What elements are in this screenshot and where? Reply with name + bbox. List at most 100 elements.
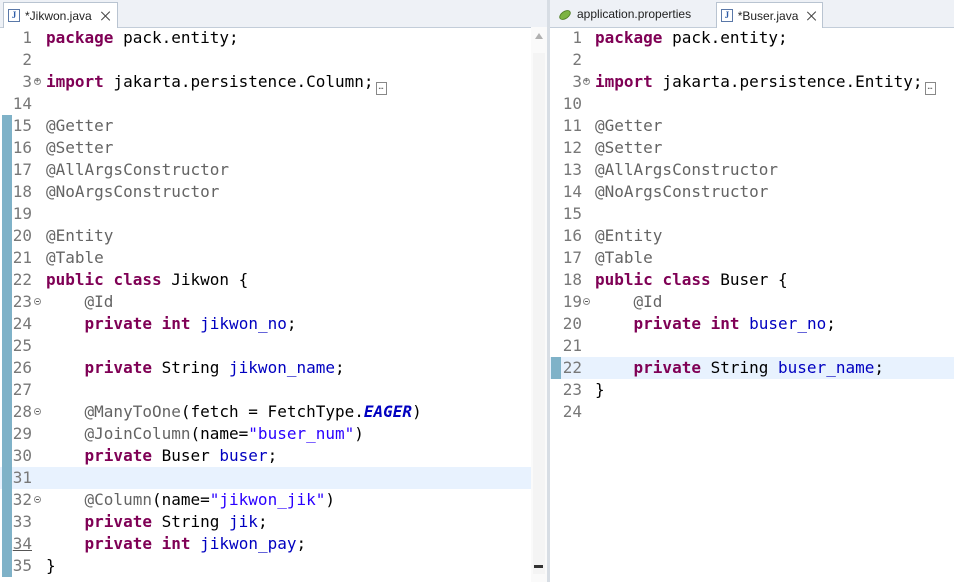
code-token: private	[84, 314, 152, 333]
fold-collapse-icon[interactable]	[34, 496, 41, 503]
code-line[interactable]: 23 @Id	[0, 291, 547, 313]
code-token: Buser	[151, 446, 220, 465]
code-line[interactable]: 10	[550, 93, 954, 115]
code-line[interactable]: 31	[0, 467, 547, 489]
line-number: 18	[12, 182, 32, 201]
code-token: @Table	[595, 248, 653, 267]
code-line[interactable]: 24 private int jikwon_no;	[0, 313, 547, 335]
tab-application-properties[interactable]: application.properties	[554, 2, 716, 26]
line-number: 3	[572, 72, 582, 91]
code-line[interactable]: 35}	[0, 555, 547, 577]
code-line[interactable]: 1 package pack.entity;	[550, 27, 954, 49]
code-line[interactable]: 21 @Table	[0, 247, 547, 269]
code-token: @Table	[46, 248, 104, 267]
code-line[interactable]: 17 @AllArgsConstructor	[0, 159, 547, 181]
line-number: 20	[562, 314, 582, 333]
code-line[interactable]: 15	[550, 203, 954, 225]
code-line[interactable]: 12 @Setter	[550, 137, 954, 159]
code-line[interactable]: 2	[0, 49, 547, 71]
code-line[interactable]: 20 @Entity	[0, 225, 547, 247]
line-number: 24	[562, 402, 582, 421]
code-line[interactable]: 26 private String jikwon_name;	[0, 357, 547, 379]
code-line[interactable]: 21	[550, 335, 954, 357]
left-vertical-scrollbar[interactable]	[531, 27, 547, 582]
code-line[interactable]: 13 @AllArgsConstructor	[550, 159, 954, 181]
code-line[interactable]: 3 import jakarta.persistence.Column;…	[0, 71, 547, 95]
right-code-editor[interactable]: 1package pack.entity;23 import jakarta.pe…	[550, 27, 954, 582]
code-line[interactable]: 11 @Getter	[550, 115, 954, 137]
line-number: 14	[12, 94, 32, 113]
code-line[interactable]: 15 @Getter	[0, 115, 547, 137]
code-token: "jikwon_jik"	[209, 490, 326, 509]
code-text: import jakarta.persistence.Entity;…	[595, 71, 936, 95]
code-token: buser_no	[749, 314, 827, 333]
line-number: 23	[12, 292, 32, 311]
code-token: )	[412, 402, 422, 421]
code-line[interactable]: 1 package pack.entity;	[0, 27, 547, 49]
code-token: (fetch = FetchType.	[180, 402, 364, 421]
fold-expand-icon[interactable]	[34, 78, 41, 85]
code-line[interactable]: 18 public class Buser {	[550, 269, 954, 291]
code-token: pack.entity;	[662, 28, 788, 47]
left-code-editor[interactable]: 1package pack.entity;23import jakarta.pe…	[0, 27, 547, 582]
code-token: package	[595, 28, 663, 47]
code-token: private	[84, 512, 152, 531]
code-line[interactable]: 16 @Setter	[0, 137, 547, 159]
code-line[interactable]: 19	[0, 203, 547, 225]
code-line[interactable]: 14 @NoArgsConstructor	[550, 181, 954, 203]
code-line[interactable]: 2	[550, 49, 954, 71]
code-line[interactable]: 27	[0, 379, 547, 401]
right-tab-bar: application.properties J *Buser.java	[550, 0, 954, 28]
code-line[interactable]: 3 import jakarta.persistence.Entity;…	[550, 71, 954, 95]
fold-expand-icon[interactable]	[583, 78, 590, 85]
fold-collapse-icon[interactable]	[583, 298, 590, 305]
code-text: private int jikwon_no;	[46, 313, 297, 335]
code-line[interactable]: 33 private String jik;	[0, 511, 547, 533]
right-editor-pane: application.properties J *Buser.java 1 pa…	[550, 0, 954, 582]
tab-label: *Jikwon.java	[25, 8, 92, 23]
code-line[interactable]: 32 @Column(name="jikwon_jik")	[0, 489, 547, 511]
line-number: 3	[22, 72, 32, 91]
code-line[interactable]: 28 @ManyToOne(fetch = FetchType.EAGER)	[0, 401, 547, 423]
code-line[interactable]: 30 private Buser buser;	[0, 445, 547, 467]
scroll-track[interactable]	[533, 53, 545, 574]
code-token: @AllArgsConstructor	[595, 160, 779, 179]
code-line[interactable]: 16 @Entity	[550, 225, 954, 247]
fold-collapse-icon[interactable]	[34, 408, 41, 415]
line-number: 21	[12, 248, 32, 267]
scroll-up-arrow-icon[interactable]	[535, 33, 543, 39]
code-line[interactable]: 18 @NoArgsConstructor	[0, 181, 547, 203]
overview-marker[interactable]	[534, 565, 543, 568]
close-icon[interactable]	[100, 10, 112, 22]
tab-jikwon-java[interactable]: J *Jikwon.java	[3, 2, 118, 28]
tab-buser-java[interactable]: J *Buser.java	[716, 2, 823, 28]
code-line[interactable]: 25	[0, 335, 547, 357]
code-line[interactable]: 22 private String buser_name;	[550, 357, 954, 379]
code-line[interactable]: 34 private int jikwon_pay;	[0, 533, 547, 555]
close-icon[interactable]	[806, 10, 818, 22]
code-line[interactable]: 14	[0, 93, 547, 115]
fold-collapse-icon[interactable]	[34, 298, 41, 305]
line-number: 15	[562, 204, 582, 223]
code-token: ;	[826, 314, 836, 333]
code-line[interactable]: 24	[550, 401, 954, 423]
code-token: public	[595, 270, 653, 289]
code-text: @JoinColumn(name="buser_num")	[46, 423, 364, 445]
code-line[interactable]: 20 private int buser_no;	[550, 313, 954, 335]
code-line[interactable]: 17 @Table	[550, 247, 954, 269]
code-line[interactable]: 22 public class Jikwon {	[0, 269, 547, 291]
code-token: jikwon_pay	[200, 534, 297, 553]
line-number: 24	[12, 314, 32, 333]
code-line[interactable]: 19 @Id	[550, 291, 954, 313]
code-line[interactable]: 29 @JoinColumn(name="buser_num")	[0, 423, 547, 445]
code-line[interactable]: 23}	[550, 379, 954, 401]
code-text: @Entity	[46, 225, 113, 247]
